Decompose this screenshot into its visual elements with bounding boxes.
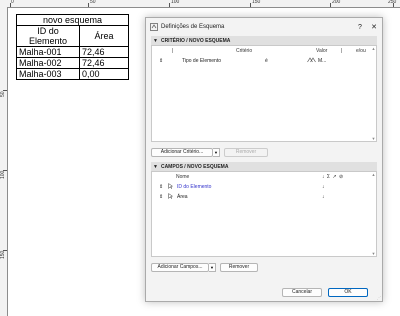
field-row[interactable]: ⇕ ID do Elemento ↓: [152, 182, 376, 192]
ruler-tick: [169, 3, 170, 7]
help-button[interactable]: ?: [354, 24, 366, 31]
field-name: ID do Elemento: [177, 184, 212, 190]
chevron-down-icon[interactable]: ▼: [209, 262, 216, 272]
table-cell: 72,46: [79, 57, 129, 69]
app-icon: [150, 23, 158, 31]
table-row: Malha-002 72,46: [16, 57, 129, 69]
table-cell: 72,46: [79, 46, 129, 58]
ruler-label: 150: [252, 0, 261, 5]
table-cell: Malha-001: [16, 46, 80, 58]
ruler-label: 0: [11, 0, 14, 5]
element-type-icon: [307, 57, 316, 65]
ruler-label: 50: [0, 91, 6, 97]
close-button[interactable]: ✕: [366, 23, 382, 31]
ruler-label: 150: [0, 250, 6, 259]
ruler-label: 200: [332, 0, 341, 5]
criteria-column-header: | Critério Valor | e/ou: [152, 46, 376, 56]
dialog-title: Definições de Esquema: [161, 24, 225, 30]
criteria-value[interactable]: M...: [318, 58, 326, 64]
dialog-titlebar[interactable]: Definições de Esquema ? ✕: [146, 18, 382, 36]
criteria-scrollbar[interactable]: ▲ ▼: [371, 46, 376, 141]
table-row: Malha-003 0,00: [16, 68, 129, 80]
criteria-row[interactable]: ⇕ Tipo de Elemento é M...: [152, 56, 376, 66]
scroll-down-icon[interactable]: ▼: [371, 251, 376, 256]
field-name: Área: [177, 194, 188, 200]
add-fields-button[interactable]: Adicionar Campos...: [151, 262, 209, 272]
fields-buttons: Adicionar Campos... ▼ Remover: [151, 257, 377, 277]
ruler-label: 50: [90, 0, 96, 5]
fields-header[interactable]: ▼ CAMPOS / NOVO ESQUEMA: [151, 162, 377, 171]
sort-icon[interactable]: ↓: [322, 194, 325, 200]
table-cell: Malha-002: [16, 57, 80, 69]
ruler-tick: [330, 3, 331, 7]
ruler-label: 100: [0, 170, 6, 179]
chevron-down-icon[interactable]: ▼: [213, 147, 220, 157]
schedule-table: novo esquema ID do Elemento Área Malha-0…: [16, 14, 129, 80]
cursor-icon: [168, 183, 174, 191]
col-eou[interactable]: e/ou: [356, 48, 366, 54]
cursor-icon: [168, 193, 174, 201]
schedule-settings-dialog: Definições de Esquema ? ✕ ▼ CRITÉRIO / N…: [145, 17, 383, 302]
table-row: Malha-001 72,46: [16, 46, 129, 58]
ruler-label: 250: [388, 0, 397, 5]
col-name[interactable]: Nome: [176, 174, 189, 180]
ruler-top: 0 50 100 150 200 250: [0, 0, 400, 8]
scroll-down-icon[interactable]: ▼: [371, 136, 376, 141]
scroll-up-icon[interactable]: ▲: [371, 46, 376, 51]
schedule-title: novo esquema: [16, 14, 129, 26]
fields-header-label: CAMPOS / NOVO ESQUEMA: [160, 163, 229, 170]
remove-criteria-button[interactable]: Remover: [224, 147, 268, 157]
criteria-operator[interactable]: é: [265, 58, 268, 64]
fields-section: ▼ CAMPOS / NOVO ESQUEMA Nome ↓ Σ ↗ ⊘ ⇕ I…: [151, 162, 377, 277]
add-criteria-button[interactable]: Adicionar Critério...: [151, 147, 213, 157]
ruler-tick: [250, 3, 251, 7]
fields-column-header: Nome ↓ Σ ↗ ⊘: [152, 172, 376, 182]
ruler-tick: [88, 3, 89, 7]
table-cell: 0,00: [79, 68, 129, 80]
add-fields-split: Adicionar Campos... ▼: [151, 262, 216, 272]
collapse-triangle-icon[interactable]: ▼: [153, 38, 158, 44]
col-separator: |: [341, 48, 343, 54]
col-valor[interactable]: Valor: [316, 48, 327, 54]
dialog-footer: Cancelar OK: [146, 283, 382, 301]
add-criteria-split: Adicionar Critério... ▼: [151, 147, 220, 157]
resize-grip-icon[interactable]: ⋰: [377, 295, 381, 300]
col-options-icons[interactable]: ↓ Σ ↗ ⊘: [322, 174, 344, 180]
col-separator: |: [172, 48, 174, 54]
remove-fields-button[interactable]: Remover: [220, 262, 258, 272]
ruler-left: 50 100 150: [0, 7, 8, 316]
fields-list: Nome ↓ Σ ↗ ⊘ ⇕ ID do Elemento ↓ ⇕ Área ↓: [151, 171, 377, 257]
drag-handle-icon[interactable]: ⇕: [159, 194, 163, 200]
criteria-list: | Critério Valor | e/ou ⇕ Tipo de Elemen…: [151, 45, 377, 142]
criteria-name: Tipo de Elemento: [182, 58, 222, 64]
sort-icon[interactable]: ↓: [322, 184, 325, 190]
scroll-up-icon[interactable]: ▲: [371, 172, 376, 177]
field-row[interactable]: ⇕ Área ↓: [152, 192, 376, 202]
ok-button[interactable]: OK: [328, 287, 368, 297]
cancel-button[interactable]: Cancelar: [282, 287, 322, 297]
criteria-header-label: CRITÉRIO / NOVO ESQUEMA: [160, 37, 231, 44]
drag-handle-icon[interactable]: ⇕: [159, 58, 163, 64]
criteria-section: ▼ CRITÉRIO / NOVO ESQUEMA | Critério Val…: [151, 36, 377, 162]
table-cell: Malha-003: [16, 68, 80, 80]
collapse-triangle-icon[interactable]: ▼: [153, 164, 158, 170]
criteria-header[interactable]: ▼ CRITÉRIO / NOVO ESQUEMA: [151, 36, 377, 45]
drag-handle-icon[interactable]: ⇕: [159, 184, 163, 190]
schedule-header-id: ID do Elemento: [16, 25, 80, 47]
ruler-label: 100: [171, 0, 180, 5]
schedule-header-area: Área: [79, 25, 129, 47]
criteria-buttons: Adicionar Critério... ▼ Remover: [151, 142, 377, 162]
fields-scrollbar[interactable]: ▲ ▼: [371, 172, 376, 256]
col-criterio[interactable]: Critério: [236, 48, 252, 54]
